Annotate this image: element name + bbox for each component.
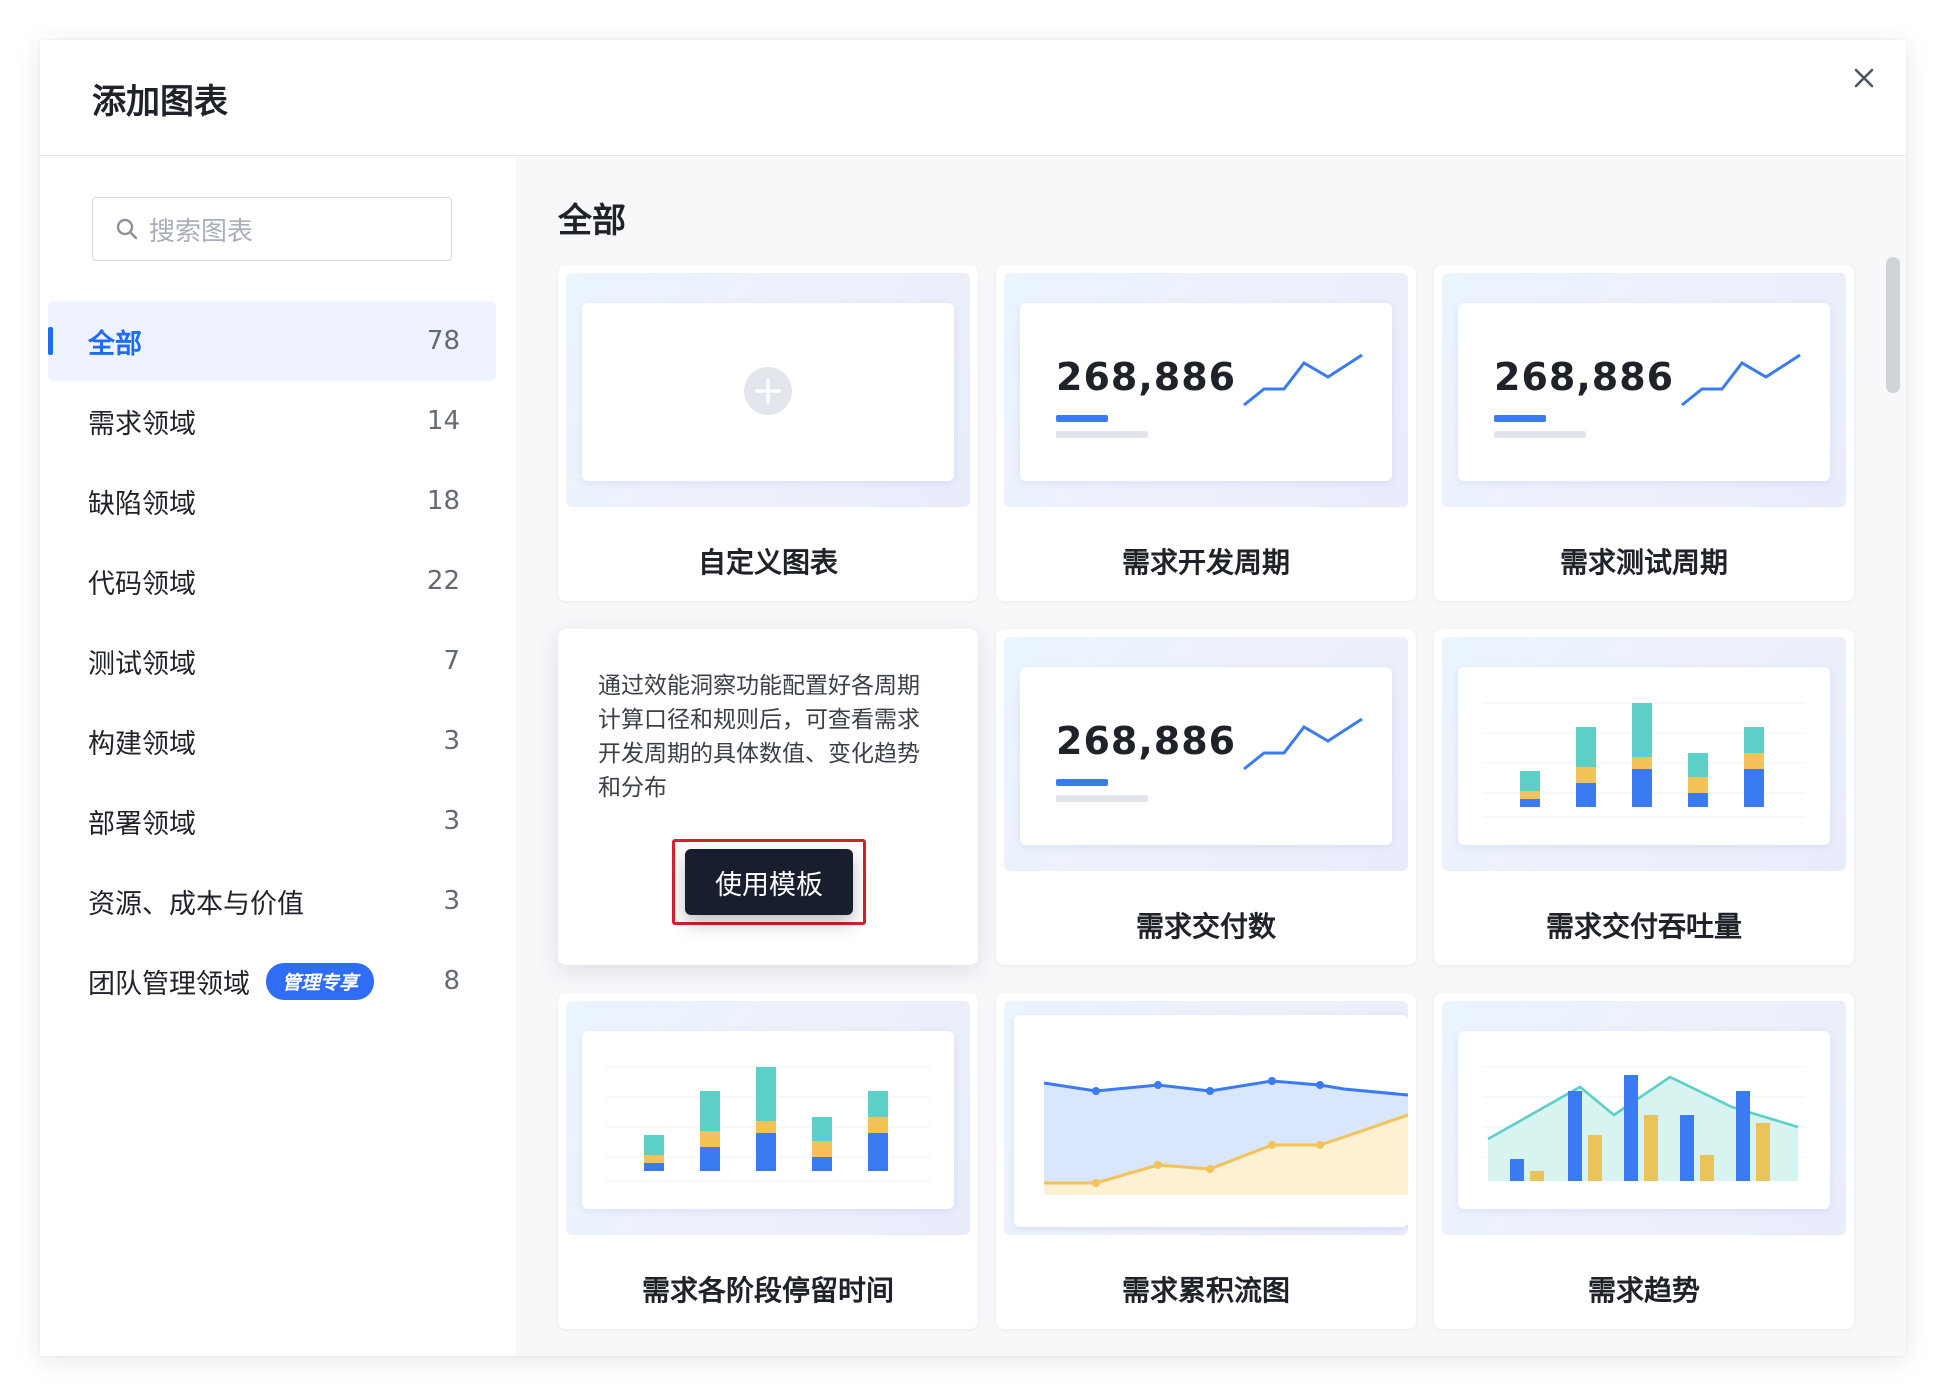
metric-value: 268,886 (1056, 719, 1237, 763)
card-preview (1442, 1001, 1846, 1235)
preview-panel (1458, 1031, 1830, 1209)
area-chart-thumbnail (1043, 1077, 1408, 1195)
preview-panel: 268,886 (1458, 303, 1830, 481)
metric-bar-primary (1056, 779, 1108, 786)
card-preview (1004, 1001, 1408, 1235)
metric-bar-secondary (1494, 431, 1586, 438)
trend-line-icon (1681, 353, 1801, 407)
card-title: 需求交付数 (1135, 910, 1276, 943)
metric-bar-secondary (1056, 431, 1148, 438)
category-count: 14 (426, 406, 460, 436)
category-item-all[interactable]: 全部 78 (48, 301, 496, 381)
card-title: 需求趋势 (1587, 1274, 1700, 1307)
add-chart-dialog: 添加图表 搜索图表 全部 78 需求领域 14 缺陷领域 18 代码领域 22 … (40, 40, 1906, 1356)
category-label: 测试领域 (88, 648, 196, 680)
scrollbar-thumb[interactable] (1886, 257, 1900, 393)
category-label: 资源、成本与价值 (88, 888, 304, 920)
category-count: 3 (443, 886, 460, 916)
dialog-header: 添加图表 (40, 40, 1906, 156)
metric-bar-secondary (1056, 795, 1148, 802)
close-button[interactable] (1842, 56, 1886, 100)
card-title: 需求测试周期 (1559, 546, 1728, 579)
chart-card-custom[interactable]: 自定义图表 (558, 265, 978, 601)
category-sidebar: 搜索图表 全部 78 需求领域 14 缺陷领域 18 代码领域 22 测试领域 … (40, 157, 516, 1356)
chart-card-dev-cycle[interactable]: 268,886 需求开发周期 (996, 265, 1416, 601)
category-count: 78 (426, 326, 460, 356)
search-icon (116, 218, 138, 240)
section-title: 全部 (558, 201, 626, 241)
stacked-bar-chart-thumbnail (1482, 702, 1806, 818)
metric-value: 268,886 (1494, 355, 1675, 399)
management-exclusive-badge: 管理专享 (266, 962, 375, 1000)
category-count: 22 (426, 566, 460, 596)
category-label: 全部 (88, 328, 142, 360)
category-label: 缺陷领域 (88, 488, 196, 520)
close-icon (1854, 68, 1874, 88)
chart-gallery: 全部 自定义图表 268,886 需求开发周期 268,886 需求测试周期 通… (516, 157, 1906, 1356)
chart-card-requirement-trend[interactable]: 需求趋势 (1434, 993, 1854, 1329)
card-title: 需求累积流图 (1121, 1274, 1290, 1307)
dialog-title: 添加图表 (92, 82, 228, 122)
category-item-requirements[interactable]: 需求领域 14 (48, 381, 496, 461)
chart-card-stage-duration[interactable]: 需求各阶段停留时间 (558, 993, 978, 1329)
template-description-card[interactable]: 通过效能洞察功能配置好各周期计算口径和规则后，可查看需求开发周期的具体数值、变化… (558, 629, 978, 965)
use-template-highlight: 使用模板 (672, 839, 866, 925)
chart-card-cumulative-flow[interactable]: 需求累积流图 (996, 993, 1416, 1329)
bar-line-chart-thumbnail (1482, 1066, 1806, 1181)
chart-card-delivery-count[interactable]: 268,886 需求交付数 (996, 629, 1416, 965)
category-label: 需求领域 (88, 408, 196, 440)
use-template-button[interactable]: 使用模板 (685, 849, 853, 915)
card-title: 需求交付吞吐量 (1545, 910, 1742, 943)
category-item-team-management[interactable]: 团队管理领域 管理专享 8 (48, 941, 496, 1021)
category-item-testing[interactable]: 测试领域 7 (48, 621, 496, 701)
card-preview (566, 273, 970, 507)
category-count: 8 (443, 966, 460, 996)
search-placeholder: 搜索图表 (149, 216, 254, 247)
category-count: 3 (443, 806, 460, 836)
card-title: 需求各阶段停留时间 (641, 1274, 894, 1307)
preview-panel (582, 1031, 954, 1209)
category-label: 部署领域 (88, 808, 196, 840)
preview-panel (1014, 1015, 1408, 1227)
category-label: 构建领域 (88, 728, 196, 760)
card-preview: 268,886 (1442, 273, 1846, 507)
category-count: 18 (426, 486, 460, 516)
preview-panel (582, 303, 954, 481)
metric-value: 268,886 (1056, 355, 1237, 399)
category-list: 全部 78 需求领域 14 缺陷领域 18 代码领域 22 测试领域 7 构建领… (48, 301, 496, 1021)
metric-bar-primary (1056, 415, 1108, 422)
category-item-defects[interactable]: 缺陷领域 18 (48, 461, 496, 541)
template-description: 通过效能洞察功能配置好各周期计算口径和规则后，可查看需求开发周期的具体数值、变化… (598, 673, 920, 801)
preview-panel: 268,886 (1020, 303, 1392, 481)
category-item-code[interactable]: 代码领域 22 (48, 541, 496, 621)
category-item-build[interactable]: 构建领域 3 (48, 701, 496, 781)
category-count: 7 (443, 646, 460, 676)
card-preview: 268,886 (1004, 273, 1408, 507)
trend-line-icon (1243, 717, 1363, 771)
search-input[interactable]: 搜索图表 (92, 197, 452, 261)
chart-card-delivery-throughput[interactable]: 需求交付吞吐量 (1434, 629, 1854, 965)
card-title: 需求开发周期 (1121, 546, 1290, 579)
category-item-deploy[interactable]: 部署领域 3 (48, 781, 496, 861)
plus-icon (744, 367, 792, 415)
preview-panel: 268,886 (1020, 667, 1392, 845)
card-preview (566, 1001, 970, 1235)
category-label: 代码领域 (88, 568, 196, 600)
category-item-resources[interactable]: 资源、成本与价值 3 (48, 861, 496, 941)
category-count: 3 (443, 726, 460, 756)
preview-panel (1458, 667, 1830, 845)
stacked-bar-chart-thumbnail (606, 1066, 930, 1182)
card-title: 自定义图表 (697, 546, 838, 579)
metric-bar-primary (1494, 415, 1546, 422)
scrollbar[interactable] (1884, 257, 1902, 1356)
chart-card-test-cycle[interactable]: 268,886 需求测试周期 (1434, 265, 1854, 601)
card-preview (1442, 637, 1846, 871)
card-preview: 268,886 (1004, 637, 1408, 871)
trend-line-icon (1243, 353, 1363, 407)
category-label: 团队管理领域 (88, 968, 250, 1000)
